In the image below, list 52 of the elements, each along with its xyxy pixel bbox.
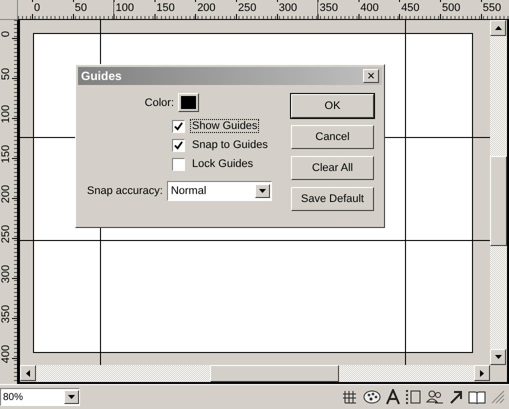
snap-accuracy-dropdown[interactable]: Normal: [166, 181, 272, 201]
dropdown-arrow-icon[interactable]: [258, 189, 266, 193]
text-icon[interactable]: [386, 389, 400, 405]
ruler-label: 500: [440, 2, 460, 14]
checkbox[interactable]: [172, 138, 185, 152]
ruler-corner: [0, 0, 18, 20]
ruler-label: 200: [0, 182, 12, 206]
ruler-label: 250: [236, 2, 256, 14]
ruler-label: 250: [0, 222, 12, 246]
horizontal-scrollbar[interactable]: [20, 365, 490, 382]
ruler-label: 350: [0, 302, 12, 326]
frame-icon[interactable]: [405, 389, 421, 405]
close-button[interactable]: ×: [363, 69, 379, 83]
snap-accuracy-label: Snap accuracy:: [87, 185, 163, 197]
book-icon[interactable]: [468, 389, 486, 405]
color-swatch: [181, 96, 196, 109]
checkbox-label[interactable]: Snap to Guides: [190, 138, 270, 152]
ruler-label: 300: [276, 2, 298, 14]
grid-icon[interactable]: [342, 389, 358, 405]
dialog-title: Guides: [81, 69, 122, 83]
ruler-label: 400: [0, 342, 12, 366]
zoom-dropdown[interactable]: 80%: [0, 388, 80, 406]
checkbox[interactable]: [172, 120, 185, 132]
ruler-label: 50: [72, 2, 88, 14]
arrow-icon[interactable]: [449, 389, 463, 405]
ruler-label: 400: [358, 2, 379, 14]
vertical-scrollbar[interactable]: [490, 20, 507, 365]
checkbox-label[interactable]: Lock Guides: [190, 157, 256, 171]
ruler-label: 0: [32, 2, 40, 14]
resize-grip-icon[interactable]: [491, 390, 505, 404]
ruler-label: 150: [154, 2, 175, 14]
palette-icon[interactable]: [363, 389, 381, 405]
scroll-down-icon[interactable]: [494, 355, 502, 359]
dialog-button[interactable]: Save Default: [291, 187, 374, 211]
ruler-label: 200: [195, 2, 216, 14]
scroll-up-icon[interactable]: [494, 26, 502, 30]
ruler-label: 550: [480, 2, 502, 14]
scroll-left-icon[interactable]: [26, 370, 30, 376]
dialog-button[interactable]: OK: [291, 94, 374, 118]
dropdown-arrow-icon[interactable]: [68, 395, 75, 399]
color-picker[interactable]: [178, 93, 199, 112]
ruler-label: 350: [318, 2, 338, 14]
color-label: Color:: [144, 96, 174, 108]
dialog-button[interactable]: Clear All: [291, 156, 374, 180]
scroll-right-icon[interactable]: [480, 370, 484, 376]
ruler-label: 450: [399, 2, 420, 14]
checkbox-label[interactable]: Show Guides: [190, 119, 260, 133]
ruler-label: 100: [114, 2, 134, 14]
checkbox[interactable]: [172, 158, 185, 170]
people-icon[interactable]: [426, 389, 444, 405]
ruler-label: 300: [0, 262, 12, 286]
dialog-button[interactable]: Cancel: [291, 125, 374, 149]
